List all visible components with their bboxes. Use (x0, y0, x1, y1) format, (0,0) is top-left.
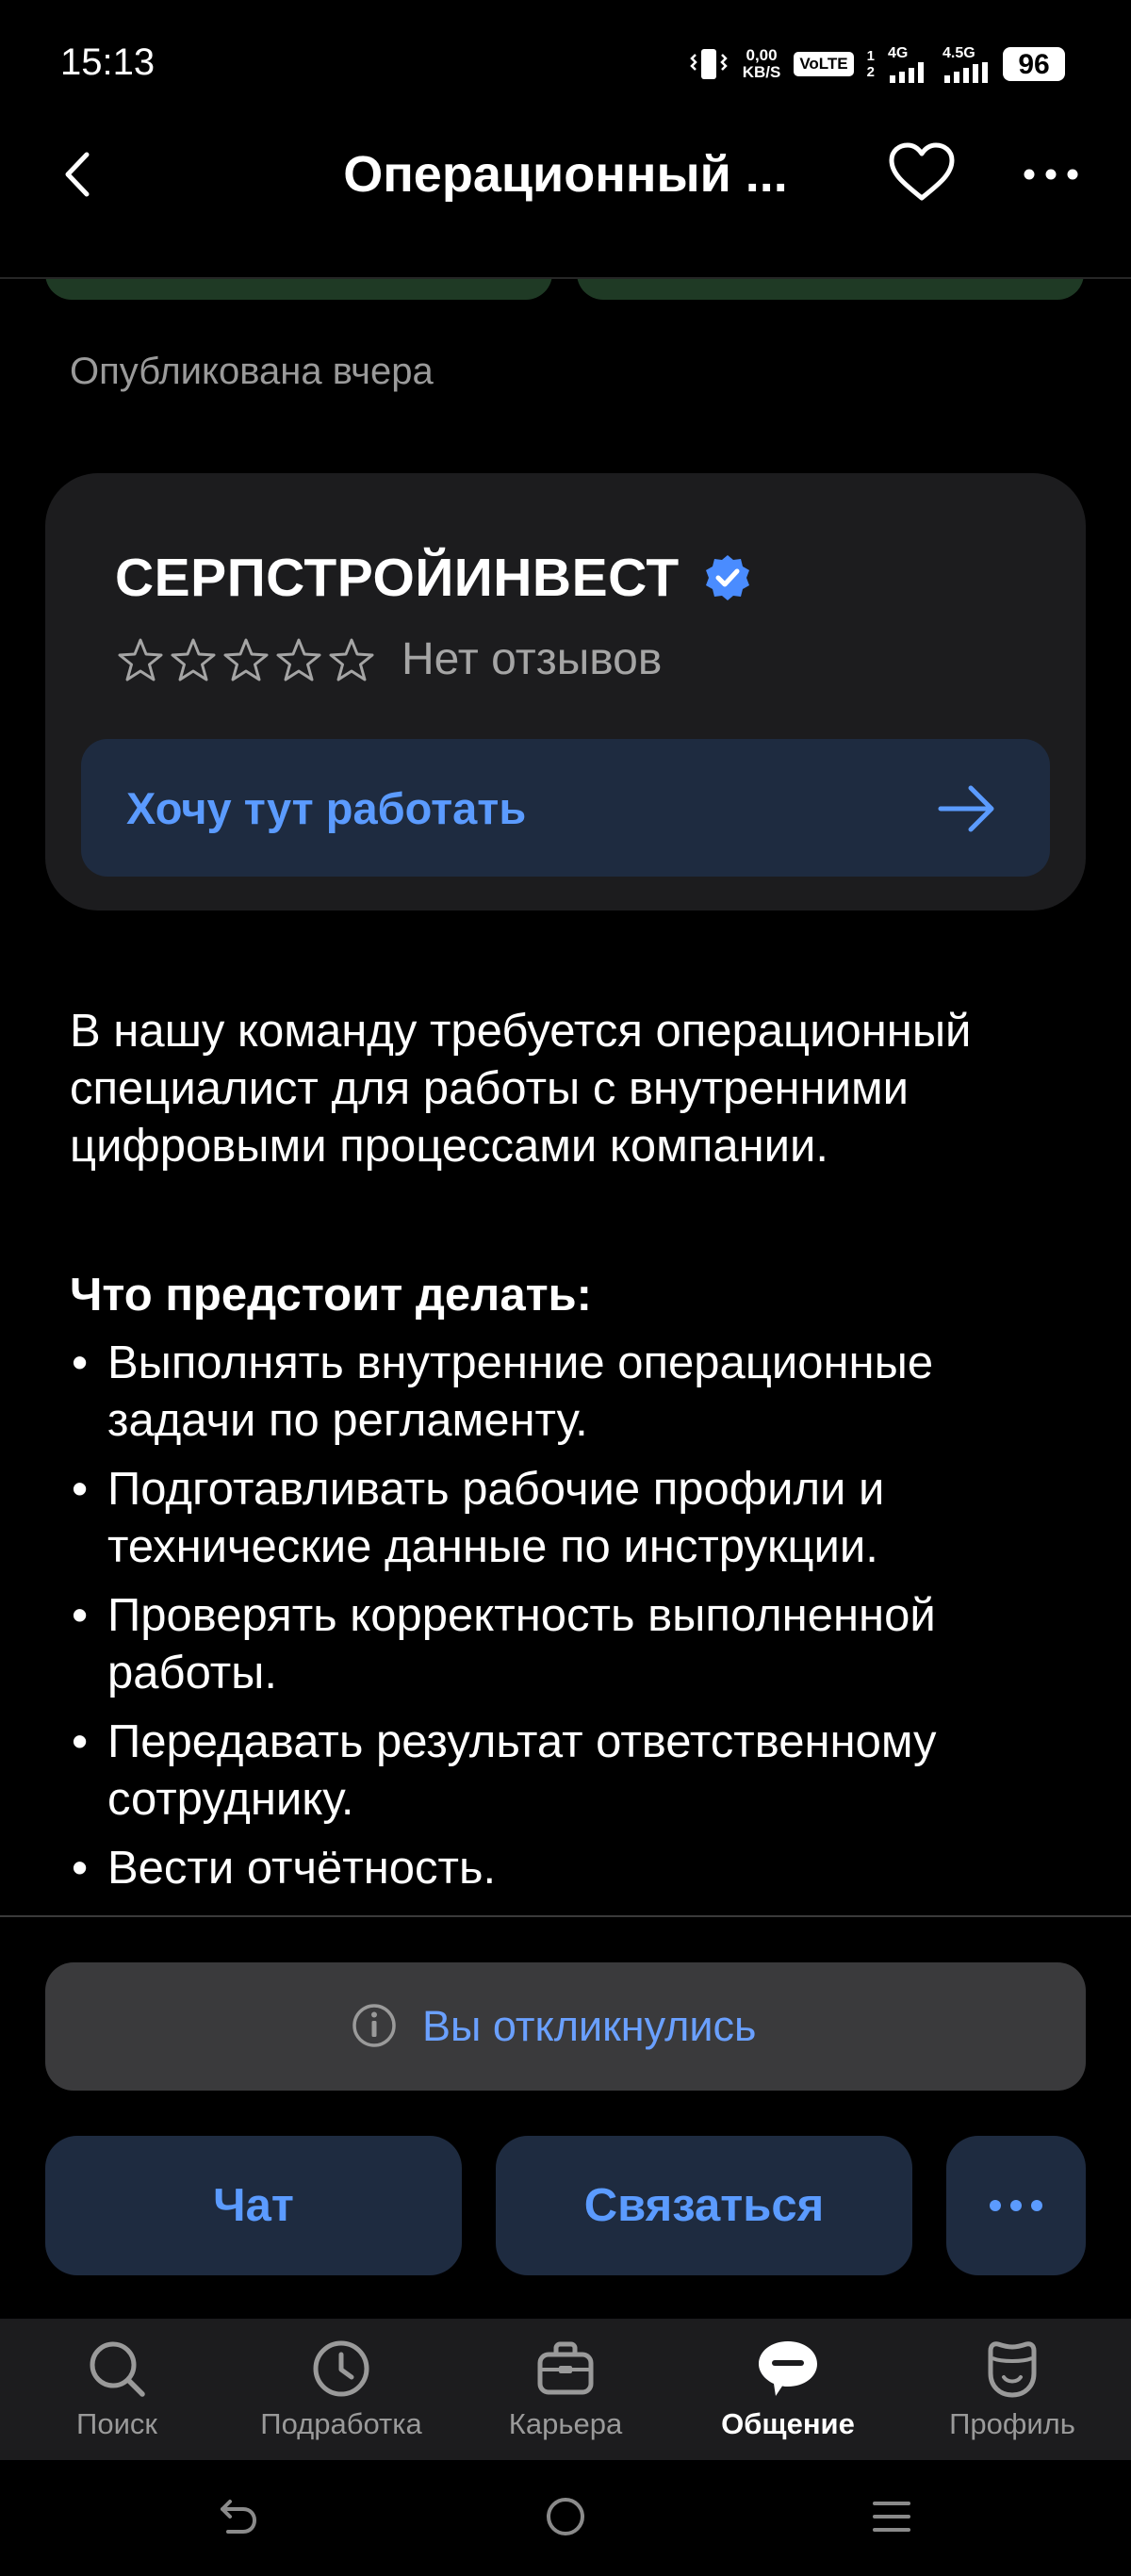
sim-indices: 1 2 (867, 48, 875, 80)
header-background (0, 245, 1131, 277)
arrow-right-icon (938, 785, 994, 832)
signal-2: 4.5G (942, 45, 990, 83)
tab-profile[interactable]: Профиль (918, 2336, 1106, 2449)
star-outline-icon (118, 638, 163, 681)
status-time: 15:13 (60, 41, 156, 83)
list-item: • Вести отчётность. (70, 1840, 1088, 1897)
bullet: • (72, 1843, 89, 1894)
list-item: • Подготавливать рабочие профили и технич… (70, 1461, 1088, 1576)
network-speed-value: 0,00 (746, 46, 778, 64)
bullet: • (72, 1464, 89, 1515)
list-item: • Передавать результат ответственному сот… (70, 1714, 1088, 1829)
page-title: Операционный ... (343, 146, 788, 203)
tab-career[interactable]: Карьера (471, 2336, 660, 2449)
chat-button-label: Чат (213, 2180, 294, 2231)
signal-bars-2-icon (944, 62, 988, 83)
verified-icon (706, 555, 749, 600)
reviews-count[interactable]: Нет отзывов (402, 633, 662, 685)
content-divider (0, 1915, 1131, 1917)
want-to-work-here-label: Хочу тут работать (126, 783, 527, 833)
sim-1-index: 1 (866, 48, 875, 64)
rating-stars (115, 635, 377, 686)
network-type-2: 4.5G (942, 45, 975, 61)
star-outline-icon (276, 638, 321, 681)
network-speed-unit: KB/S (742, 63, 781, 81)
bullet: • (72, 1337, 89, 1388)
tab-messages[interactable]: Общение (694, 2336, 882, 2449)
sim-2-index: 2 (866, 64, 875, 80)
more-actions-button[interactable] (946, 2136, 1086, 2275)
list-item: • Выполнять внутренние операционные задач… (70, 1335, 1088, 1450)
contact-button-label: Связаться (583, 2180, 825, 2231)
star-outline-icon (171, 638, 216, 681)
company-name[interactable]: СЕРПСТРОЙИНВЕСТ (115, 547, 680, 609)
star-outline-icon (223, 638, 269, 681)
network-speed: 0,00 KB/S (743, 47, 781, 81)
more-horizontal-icon (990, 2200, 1042, 2211)
tab-label: Профиль (949, 2407, 1075, 2440)
signal-bars-1-icon (890, 62, 924, 83)
contact-button[interactable]: Связаться (496, 2136, 912, 2275)
profile-icon (988, 2341, 1037, 2398)
tasks-list: • Выполнять внутренние операционные задач… (70, 1335, 1088, 1909)
heart-icon (889, 142, 955, 201)
task-text: Проверять корректность выполненной работ… (107, 1590, 936, 1698)
status-icons: 0,00 KB/S VoLTE 1 2 4G 4.5G 96 (688, 43, 1065, 85)
signal-1: 4G (888, 45, 929, 83)
system-back-icon[interactable] (209, 2488, 266, 2545)
favorite-button[interactable] (884, 141, 959, 207)
chat-bubble-icon (759, 2341, 817, 2396)
task-text: Подготавливать рабочие профили и техниче… (107, 1464, 885, 1572)
responded-label: Вы откликнулись (422, 2002, 757, 2050)
volte-badge: VoLTE (794, 52, 854, 76)
clock-icon (313, 2340, 369, 2397)
list-item: • Проверять корректность выполненной рабо… (70, 1587, 1088, 1702)
tab-side-jobs[interactable]: Подработка (247, 2336, 435, 2449)
header-divider (0, 277, 1131, 279)
info-icon (352, 2004, 396, 2047)
tab-search[interactable]: Поиск (23, 2336, 211, 2449)
task-text: Вести отчётность. (107, 1843, 497, 1894)
chat-button[interactable]: Чат (45, 2136, 462, 2275)
more-horizontal-icon (1024, 169, 1078, 180)
tab-label: Карьера (508, 2407, 623, 2440)
star-outline-icon (329, 638, 374, 681)
tab-label: Подработка (260, 2407, 422, 2440)
battery-indicator: 96 (1003, 47, 1065, 81)
network-type-1: 4G (888, 45, 909, 61)
tab-label: Поиск (76, 2407, 157, 2440)
more-options-button[interactable] (1018, 141, 1084, 207)
vacancy-description: В нашу команду требуется операционный сп… (70, 1006, 972, 1172)
tasks-heading: Что предстоит делать: (70, 1270, 593, 1321)
search-icon (90, 2341, 145, 2397)
briefcase-icon (537, 2341, 594, 2395)
system-home-icon[interactable] (537, 2488, 594, 2545)
bullet: • (72, 1716, 89, 1767)
task-text: Выполнять внутренние операционные задачи… (107, 1337, 934, 1446)
bullet: • (72, 1590, 89, 1641)
vibrate-icon (689, 49, 728, 79)
tab-label: Общение (721, 2407, 855, 2440)
published-date: Опубликована вчера (70, 351, 434, 392)
task-text: Передавать результат ответственному сотр… (107, 1716, 937, 1825)
system-recents-icon[interactable] (863, 2488, 920, 2545)
